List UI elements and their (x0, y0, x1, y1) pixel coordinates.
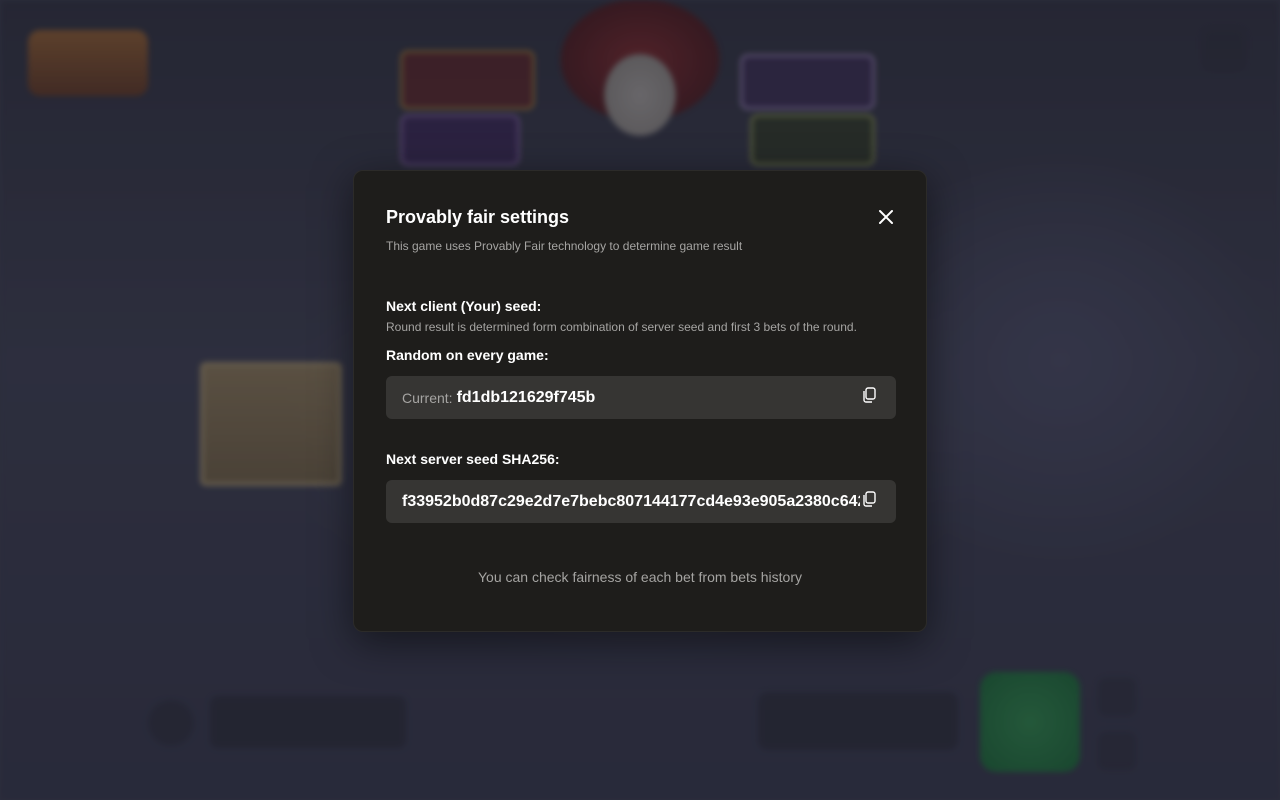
close-icon (879, 210, 893, 224)
copy-client-seed-button[interactable] (862, 387, 878, 405)
server-seed-label: Next server seed SHA256: (386, 451, 560, 467)
client-seed-hint: Round result is determined form combinat… (386, 320, 857, 334)
client-seed-label: Next client (Your) seed: (386, 298, 542, 314)
current-seed-value[interactable]: fd1db121629f745b (457, 389, 596, 407)
server-seed-hash[interactable]: f33952b0d87c29e2d7e7bebc807144177cd4e93e… (402, 493, 860, 511)
modal-title: Provably fair settings (386, 207, 570, 227)
copy-server-seed-button[interactable] (862, 491, 878, 509)
current-seed-label: Current: (402, 389, 453, 406)
client-seed-field[interactable]: Current: fd1db121629f745b (386, 376, 896, 419)
fairness-footer-note: You can check fairness of each bet from … (478, 569, 802, 585)
client-seed-mode-label: Random on every game: (386, 347, 549, 363)
close-button[interactable] (874, 205, 898, 229)
server-seed-field[interactable]: f33952b0d87c29e2d7e7bebc807144177cd4e93e… (386, 480, 896, 523)
copy-icon (863, 491, 876, 507)
provably-fair-modal: Provably fair settings This game uses Pr… (353, 170, 927, 632)
modal-subtitle: This game uses Provably Fair technology … (386, 239, 743, 253)
copy-icon (863, 387, 876, 403)
